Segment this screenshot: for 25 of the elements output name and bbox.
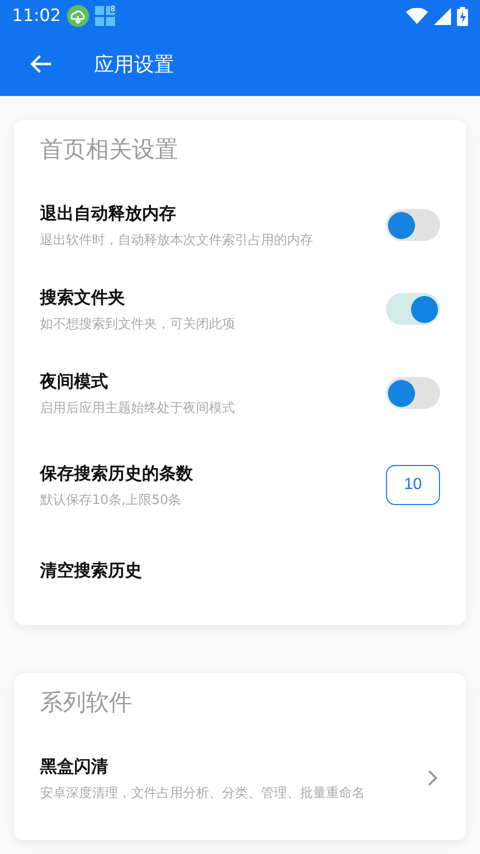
wifi-icon — [406, 8, 428, 24]
chevron-right-icon[interactable] — [426, 768, 440, 788]
clock: 11:02 — [12, 6, 61, 26]
count-field[interactable]: 10 — [386, 465, 440, 505]
setting-title: 保存搜索历史的条数 — [40, 462, 194, 484]
cloud-download-icon — [67, 5, 89, 27]
setting-description: 如不想搜索到文件夹，可关闭此项 — [40, 316, 236, 332]
setting-title[interactable]: 清空搜索历史 — [40, 558, 440, 582]
setting-title: 搜索文件夹 — [40, 286, 126, 308]
signal-icon — [434, 8, 451, 24]
setting-description: 安卓深度清理，文件占用分析、分类、管理、批量重命名 — [40, 784, 366, 802]
setting-title: 退出自动释放内存 — [40, 202, 177, 224]
setting-description: 退出软件时，自动释放本次文件索引占用的内存 — [40, 232, 314, 248]
battery-icon — [457, 6, 468, 26]
setting-description: 默认保存10条,上限50条 — [40, 492, 182, 508]
toggle-switch[interactable] — [386, 293, 440, 325]
toggle-switch[interactable] — [386, 209, 440, 241]
setting-description: 启用后应用主题始终处于夜间模式 — [40, 400, 236, 416]
setting-title: 夜间模式 — [40, 370, 109, 392]
page-title: 应用设置 — [94, 50, 174, 78]
setting-title: 黑盒闪清 — [40, 756, 109, 778]
back-button[interactable] — [30, 54, 52, 74]
section-title: 系列软件 — [40, 689, 133, 718]
section-title: 首页相关设置 — [40, 136, 179, 165]
toggle-switch[interactable] — [386, 377, 440, 409]
